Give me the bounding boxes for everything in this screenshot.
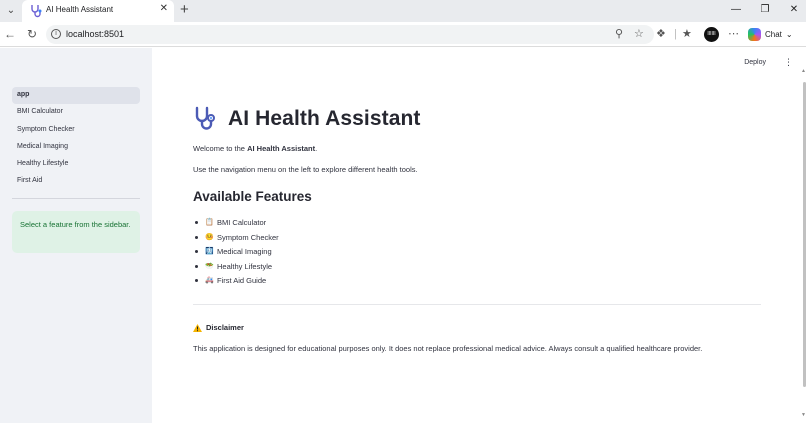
url-field[interactable]: i localhost:8501 ⚲ ☆ — [46, 25, 654, 44]
close-window-icon[interactable]: ✕ — [785, 3, 803, 17]
feature-label: First Aid Guide — [217, 276, 267, 286]
bullet — [195, 250, 198, 254]
feature-label: Medical Imaging — [217, 247, 272, 257]
favorites-icon[interactable]: ★ — [682, 27, 692, 41]
site-info-icon[interactable]: i — [51, 29, 61, 39]
xray-icon: 🩻 — [205, 248, 214, 256]
zoom-icon[interactable]: ⚲ — [615, 28, 623, 40]
sidebar-nav: app BMI Calculator Symptom Checker Medic… — [12, 87, 140, 191]
list-item: 🤒 Symptom Checker — [193, 231, 493, 246]
welcome-text: Welcome to the AI Health Assistant. — [193, 144, 318, 153]
tab-title: AI Health Assistant — [46, 5, 114, 14]
deploy-button[interactable]: Deploy — [744, 59, 766, 66]
intro-text: Use the navigation menu on the left to e… — [193, 165, 418, 174]
favorite-star-icon[interactable]: ☆ — [634, 28, 644, 40]
profile-avatar[interactable]: IIIIII — [704, 27, 719, 42]
extensions-icon[interactable]: ❖ — [656, 27, 666, 41]
toolbar-divider: | — [674, 28, 677, 40]
reload-icon[interactable]: ↻ — [25, 27, 39, 41]
stethoscope-icon — [195, 106, 215, 130]
scroll-down-icon[interactable]: ▼ — [801, 412, 806, 418]
sidebar-item-bmi-calculator[interactable]: BMI Calculator — [12, 104, 140, 121]
ambulance-icon: 🚑 — [205, 277, 214, 285]
tab-list-chevron-icon[interactable]: ⌄ — [4, 4, 18, 18]
list-item: 📋 BMI Calculator — [193, 216, 493, 231]
clipboard-icon: 📋 — [205, 219, 214, 226]
scroll-up-icon[interactable]: ▲ — [801, 68, 806, 74]
sidebar-item-healthy-lifestyle[interactable]: Healthy Lifestyle — [12, 156, 140, 173]
bullet — [195, 264, 198, 268]
sidebar-item-medical-imaging[interactable]: Medical Imaging — [12, 139, 140, 156]
section-divider — [193, 304, 761, 305]
restore-icon[interactable]: ❐ — [756, 3, 774, 17]
features-list: 📋 BMI Calculator 🤒 Symptom Checker 🩻 Med… — [193, 216, 493, 289]
minimize-icon[interactable]: — — [727, 3, 745, 17]
back-icon[interactable]: ← — [3, 27, 17, 41]
copilot-icon — [748, 28, 761, 41]
sidebar-divider — [12, 198, 140, 199]
bullet — [195, 221, 198, 224]
list-item: 🩻 Medical Imaging — [193, 245, 493, 260]
disclaimer-heading: Disclaimer — [193, 323, 244, 332]
sidebar-info-box: Select a feature from the sidebar. — [12, 211, 140, 253]
chat-button[interactable]: Chat ⌄ — [748, 26, 793, 43]
page-title-row: AI Health Assistant — [193, 106, 421, 132]
disclaimer-title: Disclaimer — [206, 323, 244, 332]
scrollbar[interactable]: ▲ ▼ — [801, 68, 806, 418]
welcome-app-name: AI Health Assistant — [247, 144, 316, 153]
disclaimer-text: This application is designed for educati… — [193, 344, 703, 353]
more-options-icon[interactable]: ⋯ — [728, 27, 739, 41]
salad-icon: 🥗 — [205, 262, 214, 270]
warning-icon — [193, 323, 202, 332]
sidebar-item-first-aid[interactable]: First Aid — [12, 173, 140, 190]
url-text[interactable]: localhost:8501 — [66, 29, 124, 39]
feature-label: BMI Calculator — [217, 218, 267, 227]
main-menu-icon[interactable]: ⋮ — [784, 58, 793, 67]
chevron-down-icon: ⌄ — [785, 30, 793, 39]
list-item: 🚑 First Aid Guide — [193, 274, 493, 289]
list-item: 🥗 Healthy Lifestyle — [193, 260, 493, 275]
tab-active[interactable]: AI Health Assistant ✕ — [22, 0, 174, 22]
main-content: Deploy ⋮ ▲ ▼ AI Health Assistant Welcome… — [152, 48, 806, 423]
tab-bar: ⌄ AI Health Assistant ✕ + — ❐ ✕ — [0, 0, 806, 22]
bullet — [195, 279, 198, 283]
face-thermometer-icon: 🤒 — [205, 233, 214, 241]
sidebar-item-app[interactable]: app — [12, 87, 140, 105]
sidebar-item-symptom-checker[interactable]: Symptom Checker — [12, 122, 140, 139]
new-tab-icon[interactable]: + — [180, 1, 189, 19]
sidebar: app BMI Calculator Symptom Checker Medic… — [0, 48, 152, 423]
chat-label: Chat — [765, 30, 782, 39]
address-bar: ← ↻ i localhost:8501 ⚲ ☆ ❖ | ★ IIIIII ⋯ … — [0, 22, 806, 47]
features-heading: Available Features — [193, 189, 312, 204]
close-tab-icon[interactable]: ✕ — [160, 3, 168, 14]
feature-label: Healthy Lifestyle — [217, 261, 273, 271]
page-title: AI Health Assistant — [228, 107, 421, 130]
stethoscope-icon — [31, 5, 42, 18]
bullet — [195, 235, 198, 239]
feature-label: Symptom Checker — [217, 232, 279, 242]
